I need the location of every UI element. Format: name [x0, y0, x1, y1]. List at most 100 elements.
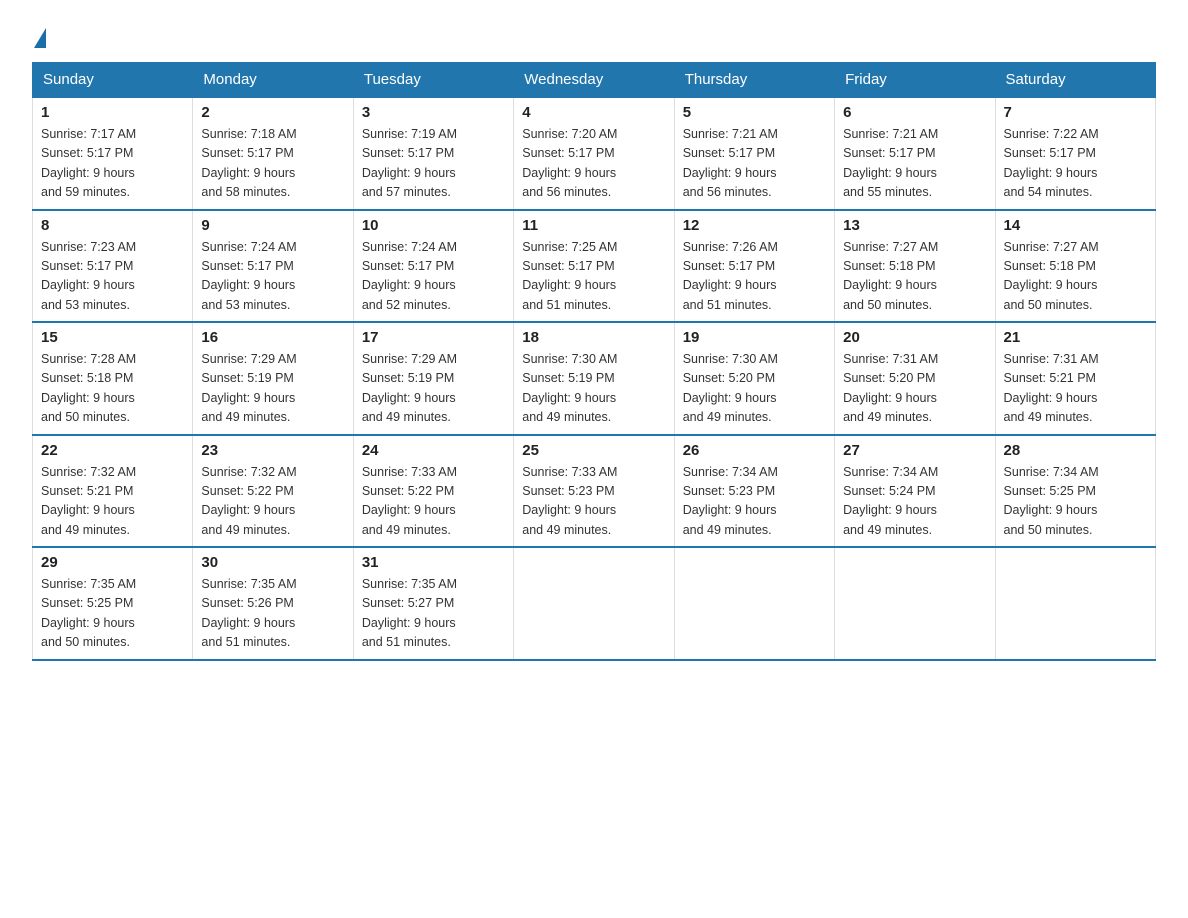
calendar-cell: 7 Sunrise: 7:22 AMSunset: 5:17 PMDayligh…	[995, 97, 1155, 210]
day-number: 20	[843, 329, 986, 346]
calendar-cell: 29 Sunrise: 7:35 AMSunset: 5:25 PMDaylig…	[33, 547, 193, 660]
day-info: Sunrise: 7:33 AMSunset: 5:22 PMDaylight:…	[362, 463, 505, 541]
day-info: Sunrise: 7:32 AMSunset: 5:21 PMDaylight:…	[41, 463, 184, 541]
day-info: Sunrise: 7:35 AMSunset: 5:27 PMDaylight:…	[362, 575, 505, 653]
calendar-cell: 11 Sunrise: 7:25 AMSunset: 5:17 PMDaylig…	[514, 210, 674, 323]
day-number: 2	[201, 104, 344, 121]
header-saturday: Saturday	[995, 63, 1155, 98]
calendar-cell: 10 Sunrise: 7:24 AMSunset: 5:17 PMDaylig…	[353, 210, 513, 323]
calendar-cell: 19 Sunrise: 7:30 AMSunset: 5:20 PMDaylig…	[674, 322, 834, 435]
day-number: 18	[522, 329, 665, 346]
day-number: 11	[522, 217, 665, 234]
day-number: 5	[683, 104, 826, 121]
day-info: Sunrise: 7:30 AMSunset: 5:20 PMDaylight:…	[683, 350, 826, 428]
calendar-table: SundayMondayTuesdayWednesdayThursdayFrid…	[32, 62, 1156, 661]
day-info: Sunrise: 7:33 AMSunset: 5:23 PMDaylight:…	[522, 463, 665, 541]
day-number: 26	[683, 442, 826, 459]
header-wednesday: Wednesday	[514, 63, 674, 98]
day-info: Sunrise: 7:18 AMSunset: 5:17 PMDaylight:…	[201, 125, 344, 203]
calendar-cell: 16 Sunrise: 7:29 AMSunset: 5:19 PMDaylig…	[193, 322, 353, 435]
day-info: Sunrise: 7:24 AMSunset: 5:17 PMDaylight:…	[201, 238, 344, 316]
calendar-cell: 21 Sunrise: 7:31 AMSunset: 5:21 PMDaylig…	[995, 322, 1155, 435]
day-number: 3	[362, 104, 505, 121]
day-number: 22	[41, 442, 184, 459]
day-info: Sunrise: 7:34 AMSunset: 5:25 PMDaylight:…	[1004, 463, 1147, 541]
day-number: 31	[362, 554, 505, 571]
day-info: Sunrise: 7:24 AMSunset: 5:17 PMDaylight:…	[362, 238, 505, 316]
day-info: Sunrise: 7:34 AMSunset: 5:23 PMDaylight:…	[683, 463, 826, 541]
day-number: 10	[362, 217, 505, 234]
calendar-cell: 14 Sunrise: 7:27 AMSunset: 5:18 PMDaylig…	[995, 210, 1155, 323]
calendar-header-row: SundayMondayTuesdayWednesdayThursdayFrid…	[33, 63, 1156, 98]
day-number: 7	[1004, 104, 1147, 121]
calendar-cell: 20 Sunrise: 7:31 AMSunset: 5:20 PMDaylig…	[835, 322, 995, 435]
calendar-cell: 17 Sunrise: 7:29 AMSunset: 5:19 PMDaylig…	[353, 322, 513, 435]
day-info: Sunrise: 7:32 AMSunset: 5:22 PMDaylight:…	[201, 463, 344, 541]
calendar-cell: 27 Sunrise: 7:34 AMSunset: 5:24 PMDaylig…	[835, 435, 995, 548]
week-row-0: 1 Sunrise: 7:17 AMSunset: 5:17 PMDayligh…	[33, 97, 1156, 210]
day-info: Sunrise: 7:25 AMSunset: 5:17 PMDaylight:…	[522, 238, 665, 316]
day-info: Sunrise: 7:27 AMSunset: 5:18 PMDaylight:…	[1004, 238, 1147, 316]
calendar-cell: 28 Sunrise: 7:34 AMSunset: 5:25 PMDaylig…	[995, 435, 1155, 548]
day-number: 19	[683, 329, 826, 346]
calendar-cell: 25 Sunrise: 7:33 AMSunset: 5:23 PMDaylig…	[514, 435, 674, 548]
calendar-cell: 8 Sunrise: 7:23 AMSunset: 5:17 PMDayligh…	[33, 210, 193, 323]
calendar-cell: 30 Sunrise: 7:35 AMSunset: 5:26 PMDaylig…	[193, 547, 353, 660]
header-tuesday: Tuesday	[353, 63, 513, 98]
header-sunday: Sunday	[33, 63, 193, 98]
day-number: 25	[522, 442, 665, 459]
day-number: 29	[41, 554, 184, 571]
calendar-cell: 4 Sunrise: 7:20 AMSunset: 5:17 PMDayligh…	[514, 97, 674, 210]
day-number: 21	[1004, 329, 1147, 346]
day-number: 8	[41, 217, 184, 234]
day-number: 12	[683, 217, 826, 234]
day-info: Sunrise: 7:23 AMSunset: 5:17 PMDaylight:…	[41, 238, 184, 316]
calendar-cell: 2 Sunrise: 7:18 AMSunset: 5:17 PMDayligh…	[193, 97, 353, 210]
day-info: Sunrise: 7:30 AMSunset: 5:19 PMDaylight:…	[522, 350, 665, 428]
week-row-1: 8 Sunrise: 7:23 AMSunset: 5:17 PMDayligh…	[33, 210, 1156, 323]
day-number: 13	[843, 217, 986, 234]
day-info: Sunrise: 7:19 AMSunset: 5:17 PMDaylight:…	[362, 125, 505, 203]
logo-triangle-icon	[34, 28, 46, 48]
calendar-cell: 23 Sunrise: 7:32 AMSunset: 5:22 PMDaylig…	[193, 435, 353, 548]
day-number: 15	[41, 329, 184, 346]
calendar-cell: 22 Sunrise: 7:32 AMSunset: 5:21 PMDaylig…	[33, 435, 193, 548]
calendar-cell: 12 Sunrise: 7:26 AMSunset: 5:17 PMDaylig…	[674, 210, 834, 323]
calendar-cell: 15 Sunrise: 7:28 AMSunset: 5:18 PMDaylig…	[33, 322, 193, 435]
day-info: Sunrise: 7:29 AMSunset: 5:19 PMDaylight:…	[362, 350, 505, 428]
day-number: 28	[1004, 442, 1147, 459]
calendar-cell	[514, 547, 674, 660]
day-info: Sunrise: 7:31 AMSunset: 5:21 PMDaylight:…	[1004, 350, 1147, 428]
calendar-cell: 13 Sunrise: 7:27 AMSunset: 5:18 PMDaylig…	[835, 210, 995, 323]
day-info: Sunrise: 7:20 AMSunset: 5:17 PMDaylight:…	[522, 125, 665, 203]
day-number: 6	[843, 104, 986, 121]
calendar-cell: 26 Sunrise: 7:34 AMSunset: 5:23 PMDaylig…	[674, 435, 834, 548]
calendar-cell	[835, 547, 995, 660]
day-number: 24	[362, 442, 505, 459]
header-monday: Monday	[193, 63, 353, 98]
calendar-cell: 1 Sunrise: 7:17 AMSunset: 5:17 PMDayligh…	[33, 97, 193, 210]
day-number: 17	[362, 329, 505, 346]
day-info: Sunrise: 7:28 AMSunset: 5:18 PMDaylight:…	[41, 350, 184, 428]
calendar-cell: 18 Sunrise: 7:30 AMSunset: 5:19 PMDaylig…	[514, 322, 674, 435]
calendar-cell: 5 Sunrise: 7:21 AMSunset: 5:17 PMDayligh…	[674, 97, 834, 210]
week-row-2: 15 Sunrise: 7:28 AMSunset: 5:18 PMDaylig…	[33, 322, 1156, 435]
day-info: Sunrise: 7:21 AMSunset: 5:17 PMDaylight:…	[843, 125, 986, 203]
day-info: Sunrise: 7:31 AMSunset: 5:20 PMDaylight:…	[843, 350, 986, 428]
day-info: Sunrise: 7:35 AMSunset: 5:26 PMDaylight:…	[201, 575, 344, 653]
calendar-cell: 31 Sunrise: 7:35 AMSunset: 5:27 PMDaylig…	[353, 547, 513, 660]
day-number: 27	[843, 442, 986, 459]
calendar-cell: 24 Sunrise: 7:33 AMSunset: 5:22 PMDaylig…	[353, 435, 513, 548]
header-thursday: Thursday	[674, 63, 834, 98]
week-row-4: 29 Sunrise: 7:35 AMSunset: 5:25 PMDaylig…	[33, 547, 1156, 660]
day-number: 14	[1004, 217, 1147, 234]
logo	[32, 24, 46, 46]
day-number: 4	[522, 104, 665, 121]
calendar-cell: 9 Sunrise: 7:24 AMSunset: 5:17 PMDayligh…	[193, 210, 353, 323]
day-info: Sunrise: 7:27 AMSunset: 5:18 PMDaylight:…	[843, 238, 986, 316]
day-number: 1	[41, 104, 184, 121]
day-info: Sunrise: 7:22 AMSunset: 5:17 PMDaylight:…	[1004, 125, 1147, 203]
day-info: Sunrise: 7:29 AMSunset: 5:19 PMDaylight:…	[201, 350, 344, 428]
calendar-cell	[674, 547, 834, 660]
day-info: Sunrise: 7:17 AMSunset: 5:17 PMDaylight:…	[41, 125, 184, 203]
